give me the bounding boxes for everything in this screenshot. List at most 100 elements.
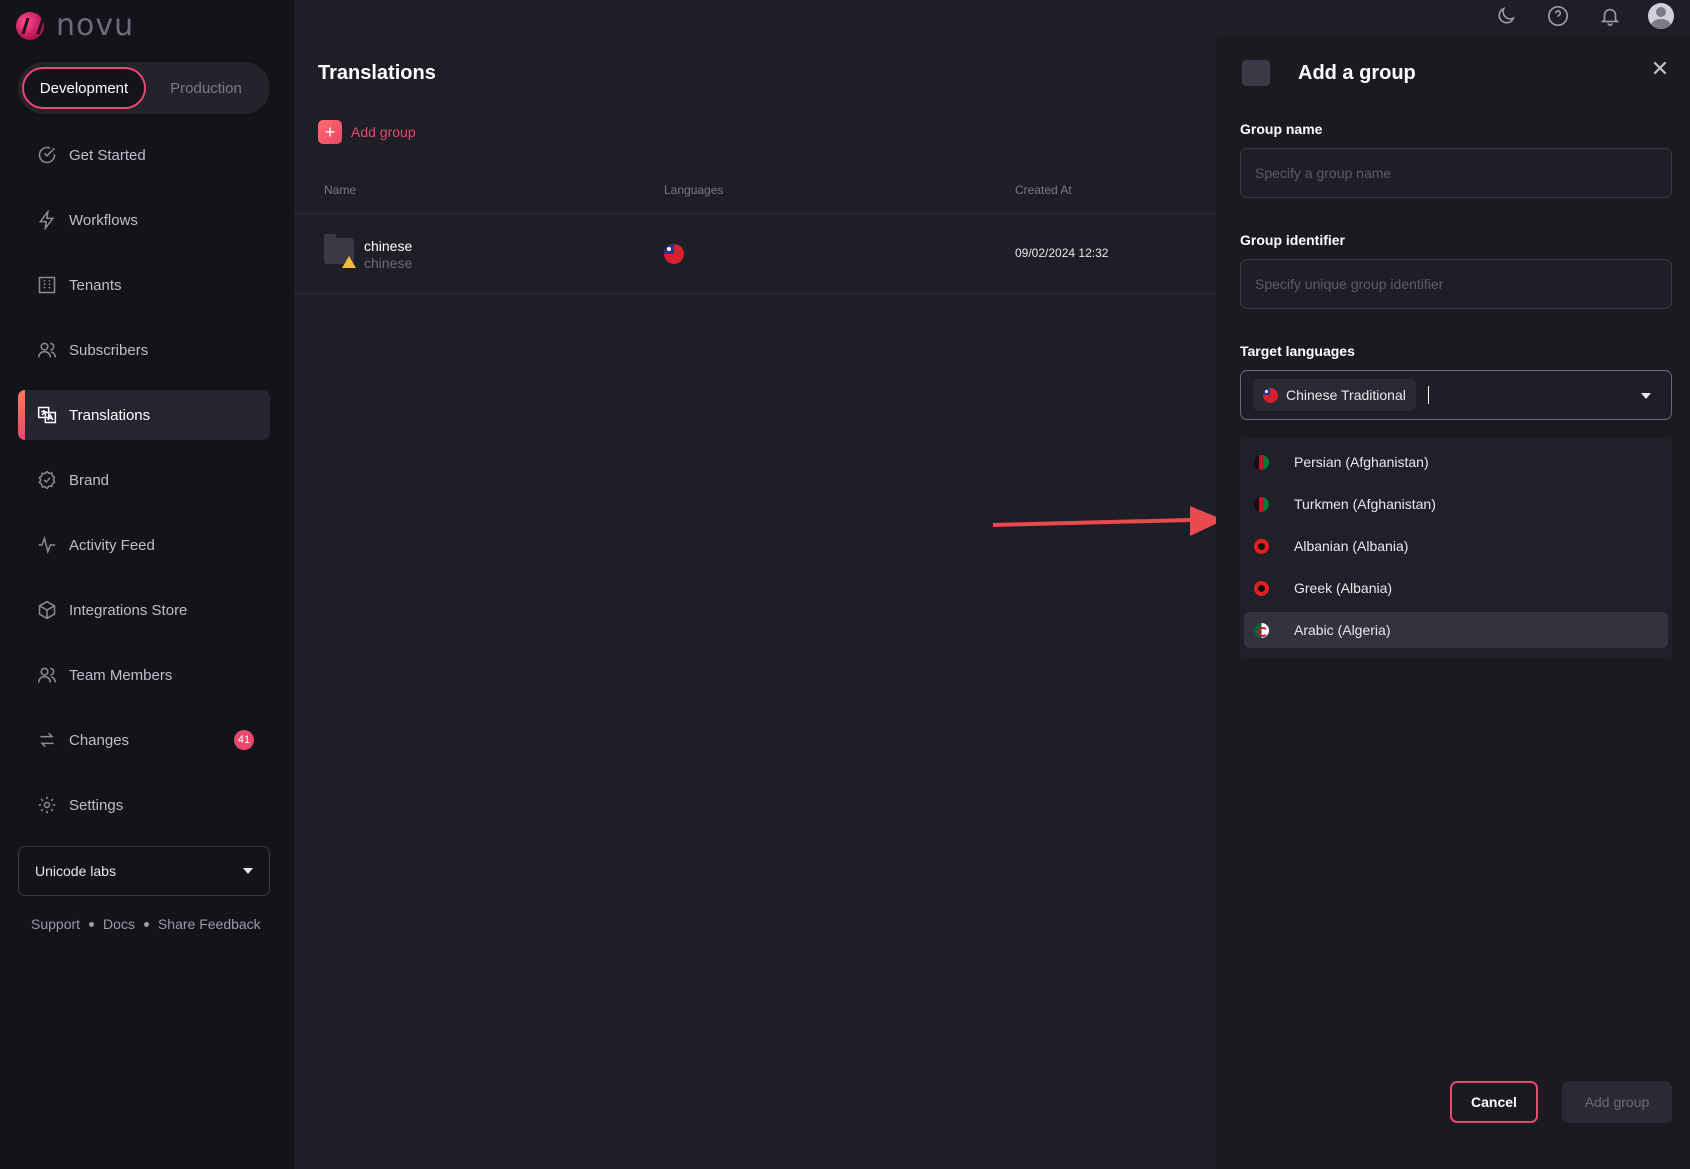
bolt-icon: [36, 209, 58, 231]
top-toolbar: [1492, 2, 1674, 30]
users-icon: [36, 339, 58, 361]
brand-badge-icon: [36, 469, 58, 491]
sidebar-item-label: Team Members: [69, 666, 173, 684]
sidebar: novu Development Production Get Started …: [0, 0, 294, 1169]
organization-name: Unicode labs: [35, 863, 116, 879]
language-option[interactable]: Albanian (Albania): [1244, 528, 1668, 564]
language-option[interactable]: Persian (Afghanistan): [1244, 444, 1668, 480]
group-name: chinese: [364, 238, 413, 254]
changes-count-badge: 41: [234, 730, 254, 750]
close-icon[interactable]: ✕: [1650, 58, 1670, 80]
sidebar-item-translations[interactable]: Translations: [18, 390, 270, 440]
add-group-label: Add group: [351, 124, 416, 140]
selected-language-chip[interactable]: Chinese Traditional: [1253, 379, 1416, 411]
sidebar-item-label: Settings: [69, 796, 124, 814]
target-languages-label: Target languages: [1240, 343, 1355, 359]
page-title: Translations: [318, 62, 436, 84]
app: novu Development Production Get Started …: [0, 0, 1690, 1169]
language-option[interactable]: Arabic (Algeria): [1244, 612, 1668, 648]
sidebar-item-label: Subscribers: [69, 341, 149, 359]
sidebar-item-tenants[interactable]: Tenants: [18, 260, 270, 310]
algeria-flag-icon: [1254, 623, 1269, 638]
language-option[interactable]: Turkmen (Afghanistan): [1244, 486, 1668, 522]
column-created-at: Created At: [1015, 183, 1072, 197]
afghanistan-flag-icon: [1254, 497, 1269, 512]
cancel-button[interactable]: Cancel: [1450, 1081, 1538, 1123]
sidebar-item-team-members[interactable]: Team Members: [18, 650, 270, 700]
building-icon: [36, 274, 58, 296]
table-row[interactable]: chinese chinese 09/02/2024 12:32: [294, 214, 1216, 294]
organization-select[interactable]: Unicode labs: [18, 846, 270, 896]
support-link[interactable]: Support: [31, 916, 80, 932]
sidebar-item-integrations-store[interactable]: Integrations Store: [18, 585, 270, 635]
docs-link[interactable]: Docs: [103, 916, 135, 932]
avatar[interactable]: [1648, 3, 1674, 29]
language-option[interactable]: Greek (Albania): [1244, 570, 1668, 606]
sidebar-item-activity-feed[interactable]: Activity Feed: [18, 520, 270, 570]
env-production-button[interactable]: Production: [146, 67, 266, 109]
group-identifier-input[interactable]: [1240, 259, 1672, 309]
activity-icon: [36, 534, 58, 556]
language-option-label: Albanian (Albania): [1294, 538, 1409, 554]
logo: novu: [16, 8, 134, 43]
check-circle-icon: [36, 144, 58, 166]
separator-dot: [89, 921, 95, 927]
taiwan-flag-icon: [1263, 387, 1278, 403]
novu-logo-icon: [16, 11, 44, 40]
sidebar-item-label: Workflows: [69, 211, 138, 229]
add-group-submit-button[interactable]: Add group: [1562, 1081, 1672, 1123]
translate-icon: [36, 404, 58, 426]
annotation-arrow-dropdown: [992, 506, 1224, 536]
language-option-label: Arabic (Algeria): [1294, 622, 1391, 638]
created-at: 09/02/2024 12:32: [1015, 246, 1109, 260]
language-option-label: Persian (Afghanistan): [1294, 454, 1429, 470]
help-icon[interactable]: [1544, 2, 1572, 30]
table-header: Name Languages Created At: [294, 176, 1216, 214]
sidebar-item-label: Brand: [69, 471, 110, 489]
group-name-input[interactable]: [1240, 148, 1672, 198]
sidebar-item-label: Get Started: [69, 146, 146, 164]
sidebar-item-brand[interactable]: Brand: [18, 455, 270, 505]
sidebar-item-get-started[interactable]: Get Started: [18, 130, 270, 180]
sidebar-item-label: Translations: [69, 406, 151, 424]
sidebar-item-settings[interactable]: Settings: [18, 780, 270, 830]
group-identifier-label: Group identifier: [1240, 232, 1345, 248]
afghanistan-flag-icon: [1254, 455, 1269, 470]
box-icon: [36, 599, 58, 621]
chevron-down-icon: [243, 868, 253, 874]
group-name-label: Group name: [1240, 121, 1323, 137]
sidebar-item-label: Tenants: [69, 276, 122, 294]
add-group-button[interactable]: + Add group: [318, 120, 416, 144]
team-icon: [36, 664, 58, 686]
column-languages: Languages: [664, 183, 724, 197]
text-cursor: [1427, 386, 1429, 404]
sidebar-item-workflows[interactable]: Workflows: [18, 195, 270, 245]
warning-icon: [342, 256, 356, 268]
language-dropdown: Persian (Afghanistan) Turkmen (Afghanist…: [1240, 438, 1672, 658]
bell-icon[interactable]: [1596, 2, 1624, 30]
target-languages-select[interactable]: Chinese Traditional: [1240, 370, 1672, 420]
sync-icon: [36, 729, 58, 751]
main-content: Translations + Add group Name Languages …: [294, 0, 1216, 1169]
environment-switch: Development Production: [18, 62, 270, 114]
folder-translate-icon: [1242, 60, 1270, 86]
group-identifier: chinese: [364, 255, 413, 271]
gear-icon: [36, 794, 58, 816]
sidebar-item-changes[interactable]: Changes 41: [18, 715, 270, 765]
column-name: Name: [324, 183, 357, 197]
selected-language-label: Chinese Traditional: [1286, 387, 1406, 403]
moon-icon[interactable]: [1492, 2, 1520, 30]
sidebar-item-label: Changes: [69, 731, 130, 749]
footer-links: Support Docs Share Feedback: [31, 916, 261, 932]
taiwan-flag-icon: [664, 244, 684, 264]
sidebar-item-subscribers[interactable]: Subscribers: [18, 325, 270, 375]
language-option-label: Greek (Albania): [1294, 580, 1393, 596]
language-option-label: Turkmen (Afghanistan): [1294, 496, 1436, 512]
env-development-button[interactable]: Development: [22, 67, 146, 109]
feedback-link[interactable]: Share Feedback: [158, 916, 261, 932]
chevron-down-icon[interactable]: [1641, 393, 1651, 399]
albania-flag-icon: [1254, 539, 1269, 554]
sidebar-item-label: Integrations Store: [69, 601, 188, 619]
add-group-drawer: Add a group ✕ Group name Group identifie…: [1216, 36, 1690, 1169]
plus-icon: +: [318, 120, 342, 144]
